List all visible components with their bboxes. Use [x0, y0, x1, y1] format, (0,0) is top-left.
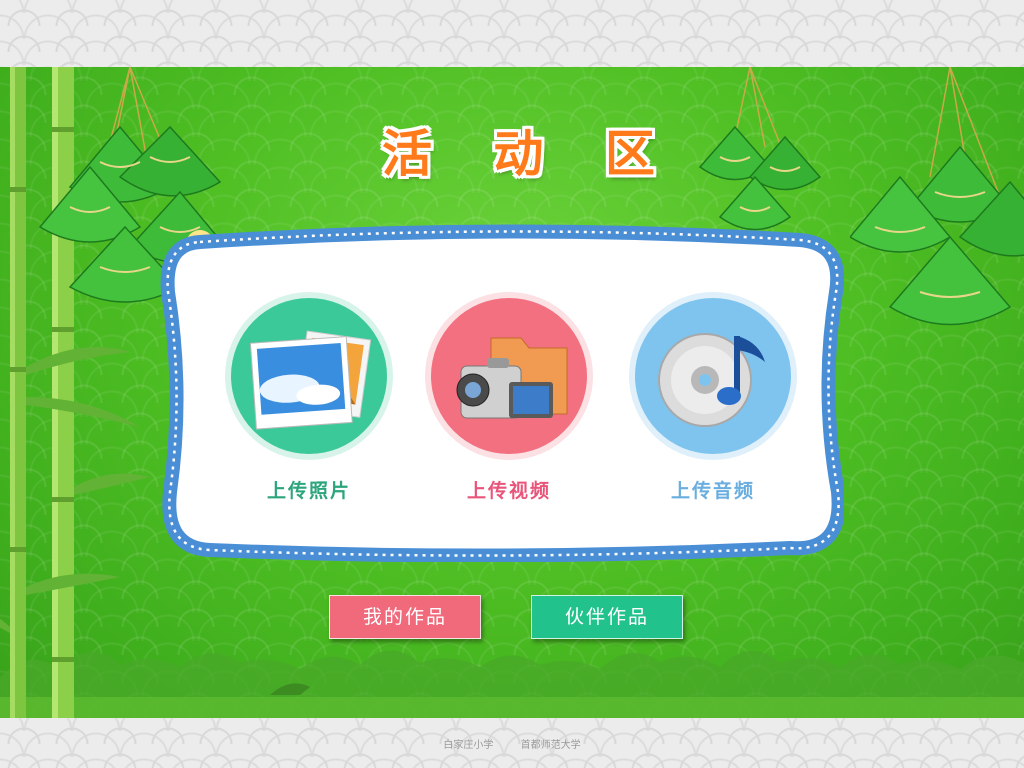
- video-camera-icon: [456, 337, 568, 419]
- upload-audio-label: 上传音频: [670, 480, 755, 502]
- photo-icon: [249, 330, 372, 430]
- footer: 白家庄小学 首都师范大学: [0, 736, 1024, 751]
- page-title: 活 动 区: [382, 125, 677, 183]
- footer-university: 首都师范大学: [520, 740, 581, 751]
- partner-works-button[interactable]: 伙伴作品: [531, 595, 683, 639]
- upload-video-label: 上传视频: [466, 480, 551, 502]
- upload-audio-button[interactable]: 上传音频: [628, 298, 798, 508]
- page: 活 动 区 上传照片 上传视频 上传音频 我的作品 伙伴作品 白家庄小学 首都师…: [0, 0, 1024, 768]
- my-works-button[interactable]: 我的作品: [329, 595, 481, 639]
- footer-school: 白家庄小学: [443, 740, 494, 751]
- upload-video-button[interactable]: 上传视频: [424, 298, 594, 508]
- treeline-silhouette: [0, 650, 1024, 718]
- music-cd-icon: [658, 333, 765, 427]
- top-pattern-strip: [0, 0, 1024, 67]
- zongzi-right-icon: [850, 67, 1024, 326]
- upload-photo-button[interactable]: 上传照片: [224, 298, 394, 508]
- upload-photo-label: 上传照片: [266, 480, 351, 502]
